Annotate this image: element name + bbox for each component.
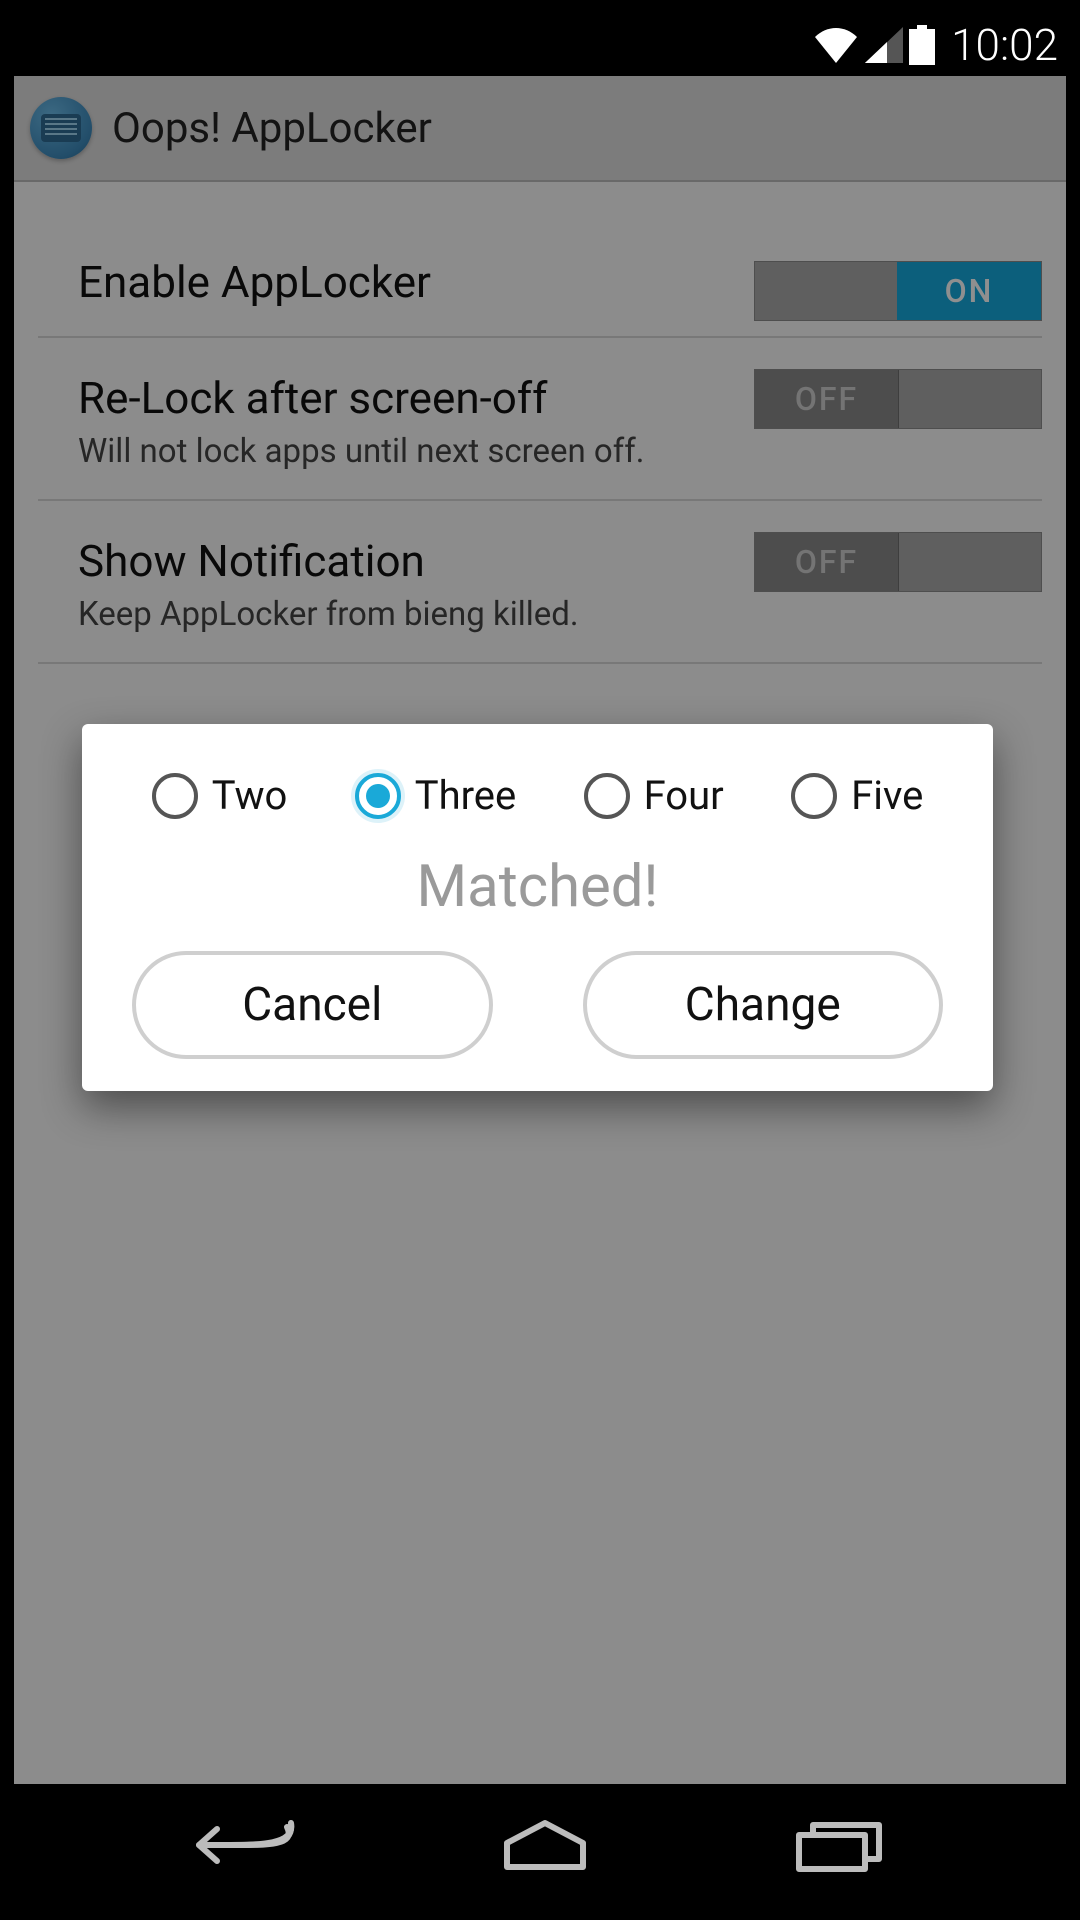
battery-icon [909, 25, 935, 65]
button-label: Change [685, 978, 841, 1032]
dialog-status-text: Matched! [112, 853, 963, 921]
home-icon[interactable] [495, 1817, 595, 1873]
radio-option-three[interactable]: Three [355, 772, 517, 819]
recent-apps-icon[interactable] [789, 1817, 889, 1873]
navigation-bar [14, 1784, 1066, 1906]
radio-label: Three [415, 772, 517, 819]
radio-icon [152, 773, 198, 819]
letterbox-left [0, 0, 14, 1920]
radio-option-two[interactable]: Two [152, 772, 288, 819]
back-icon[interactable] [191, 1817, 301, 1873]
radio-label: Two [212, 772, 288, 819]
letterbox-top [0, 0, 1080, 14]
radio-option-four[interactable]: Four [584, 772, 724, 819]
radio-label: Four [644, 772, 724, 819]
radio-icon [584, 773, 630, 819]
status-time: 10:02 [951, 19, 1058, 71]
radio-label: Five [851, 772, 923, 819]
button-label: Cancel [242, 978, 382, 1032]
cancel-button[interactable]: Cancel [132, 951, 493, 1059]
cell-signal-icon [865, 27, 903, 63]
change-button[interactable]: Change [583, 951, 944, 1059]
radio-option-five[interactable]: Five [791, 772, 923, 819]
dialog-buttons: Cancel Change [112, 951, 963, 1065]
letterbox-right [1066, 0, 1080, 1920]
status-icons: 10:02 [813, 19, 1058, 71]
radio-row: Two Three Four Five [112, 772, 963, 829]
status-bar: 10:02 [14, 14, 1066, 76]
radio-icon [791, 773, 837, 819]
dialog-pattern-length: Two Three Four Five Matched! Cancel Chan… [82, 724, 993, 1091]
wifi-icon [813, 27, 859, 63]
radio-icon [355, 773, 401, 819]
